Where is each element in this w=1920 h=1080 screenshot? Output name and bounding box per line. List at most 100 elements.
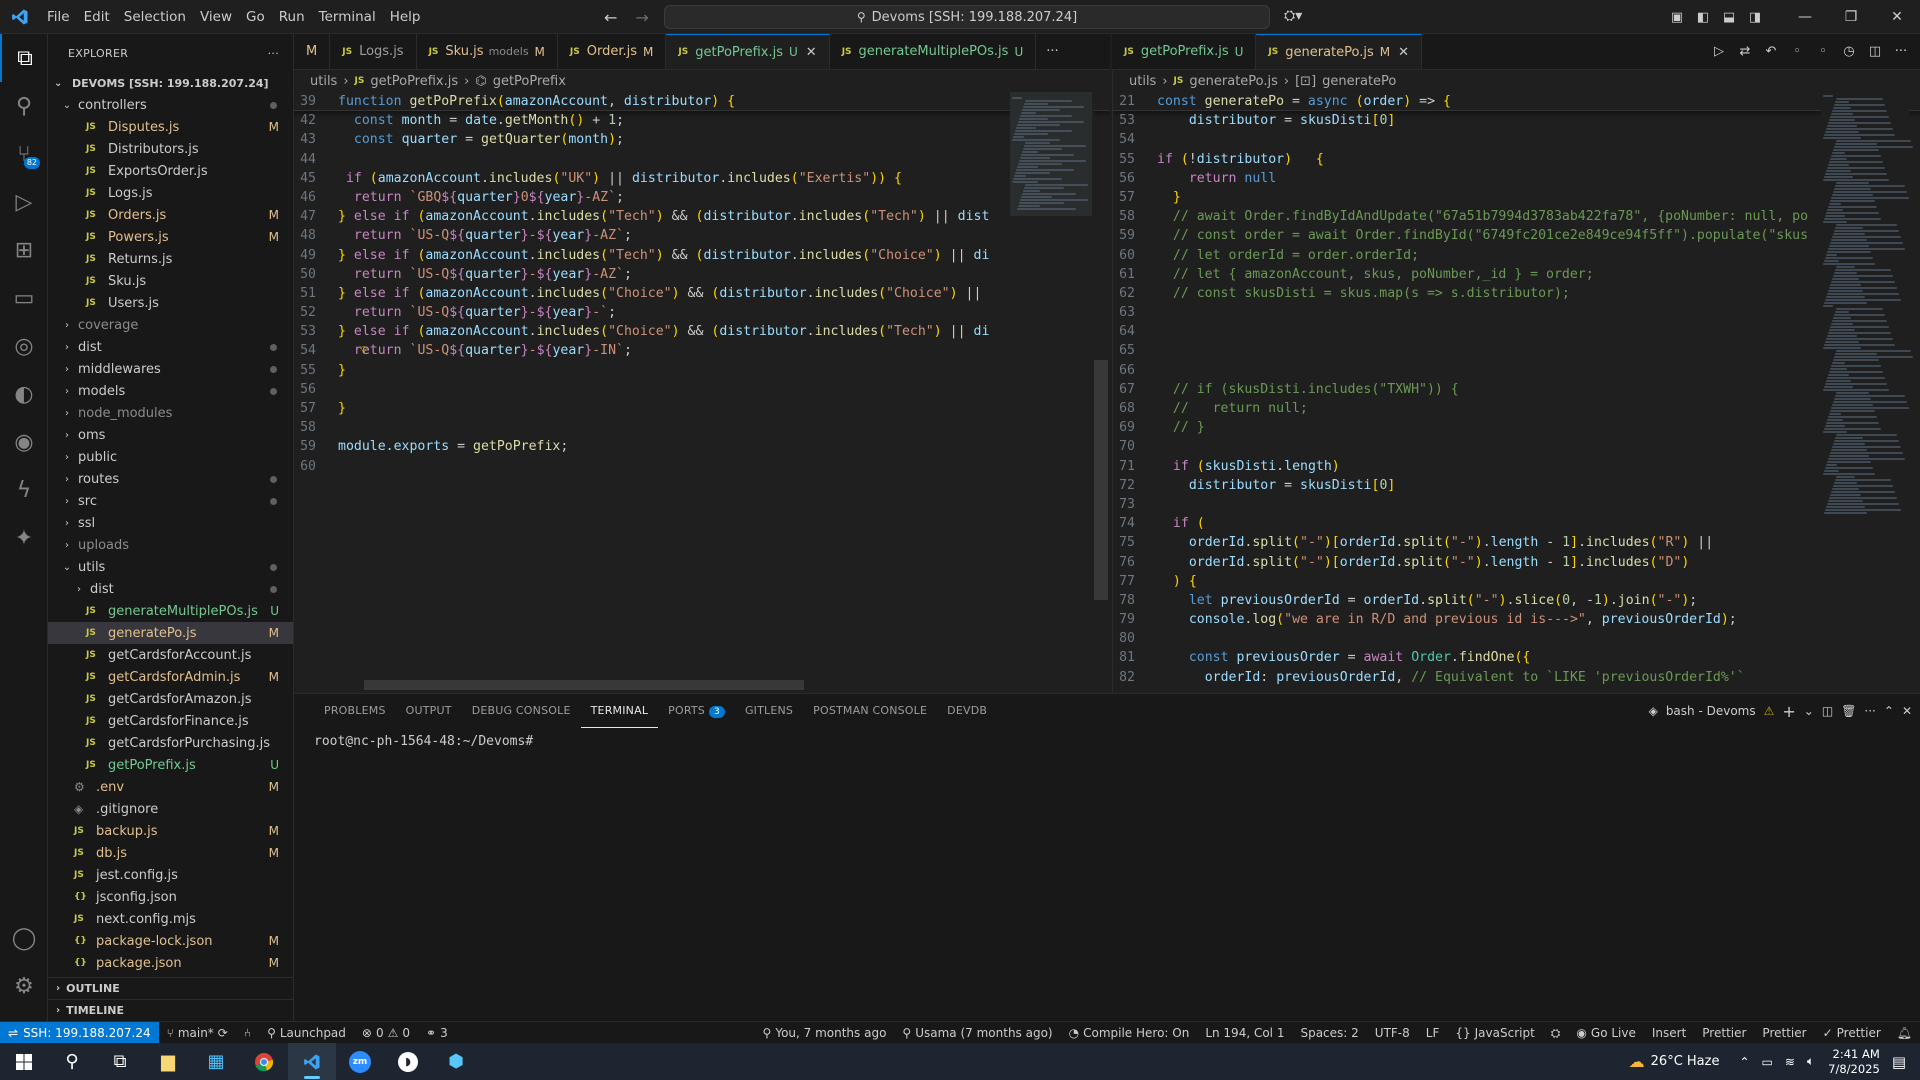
editor-tab[interactable]: JS generateMultiplePOs.js U xyxy=(830,34,1037,69)
file-item[interactable]: JS Disputes.js M xyxy=(48,116,293,138)
ports-status[interactable]: ⚭ 3 xyxy=(418,1026,456,1040)
volume-icon[interactable]: 🔈︎ xyxy=(1807,1054,1814,1069)
close-tab-icon[interactable]: ✕ xyxy=(1398,45,1409,60)
git-branch[interactable]: ⑂ main* ⟳ xyxy=(159,1026,236,1040)
wifi-icon[interactable]: ≋ xyxy=(1785,1055,1795,1069)
code-editor-right[interactable]: 21 const generatePo = async (order) => {5… xyxy=(1113,92,1920,687)
file-item[interactable]: JS backup.js M xyxy=(48,820,293,842)
editor-tab[interactable]: JS Sku.js models M xyxy=(417,34,558,69)
file-item[interactable]: JS Users.js xyxy=(48,292,293,314)
close-panel-icon[interactable]: ✕ xyxy=(1902,704,1912,718)
more-actions-icon[interactable]: ··· xyxy=(1864,704,1875,718)
go-live[interactable]: ◉ Go Live xyxy=(1568,1026,1643,1040)
clock[interactable]: 2:41 AM 7/8/2025 xyxy=(1818,1047,1892,1077)
gitlens-icon[interactable]: ◷ xyxy=(1838,44,1860,59)
outline-section[interactable]: › OUTLINE xyxy=(48,977,293,999)
file-item[interactable]: JS Sku.js xyxy=(48,270,293,292)
postman-icon[interactable]: ◐ xyxy=(0,370,48,418)
menu-item-file[interactable]: File xyxy=(40,0,77,34)
editor-tab[interactable]: JS generatePo.js M ✕ xyxy=(1256,34,1423,69)
more-actions-icon[interactable]: ··· xyxy=(1890,44,1912,59)
indentation[interactable]: Spaces: 2 xyxy=(1292,1026,1366,1040)
prettier-status-2[interactable]: Prettier xyxy=(1754,1026,1814,1040)
chrome-icon[interactable] xyxy=(240,1043,288,1080)
folder-item[interactable]: › dist xyxy=(48,336,293,358)
folder-item[interactable]: › models xyxy=(48,380,293,402)
editor-tab[interactable]: JS getPoPrefix.js U ✕ xyxy=(666,34,830,69)
panel-tab-debug-console[interactable]: DEBUG CONSOLE xyxy=(462,694,581,728)
extensions-icon[interactable]: ⊞ xyxy=(0,226,48,274)
toggle-panel-icon[interactable]: ⬓ xyxy=(1716,10,1742,25)
thunder-client-icon[interactable]: ϟ xyxy=(0,466,48,514)
accounts-icon[interactable]: ◯ xyxy=(0,914,48,962)
file-item[interactable]: JS getCardsforFinance.js xyxy=(48,710,293,732)
settings-gear-icon[interactable]: ⚙ xyxy=(0,962,48,1010)
panel-tab-devdb[interactable]: DEVDB xyxy=(937,694,997,728)
menu-item-run[interactable]: Run xyxy=(272,0,312,34)
editor-tab[interactable]: JS getPoPrefix.js U xyxy=(1112,34,1257,69)
breadcrumb-folder[interactable]: utils xyxy=(310,74,337,89)
file-item[interactable]: {} package.json M xyxy=(48,952,293,974)
encoding[interactable]: UTF-8 xyxy=(1367,1026,1418,1040)
terminal-name[interactable]: bash - Devoms xyxy=(1666,704,1756,718)
file-item[interactable]: JS ExportsOrder.js xyxy=(48,160,293,182)
file-item[interactable]: ⚙ .env M xyxy=(48,776,293,798)
code-editor-left[interactable]: 39 function getPoPrefix(amazonAccount, di… xyxy=(294,92,1110,476)
source-control-icon[interactable]: ⑂ 82 xyxy=(0,130,48,178)
microsoft-store-icon[interactable]: ▦ xyxy=(192,1043,240,1080)
breadcrumb-folder[interactable]: utils xyxy=(1129,74,1156,89)
folder-item[interactable]: ⌄ utils xyxy=(48,556,293,578)
file-item[interactable]: JS Powers.js M xyxy=(48,226,293,248)
restore-button[interactable]: ❐ xyxy=(1828,9,1874,25)
weather-icon[interactable]: ☁ xyxy=(1629,1052,1645,1071)
file-item[interactable]: JS db.js M xyxy=(48,842,293,864)
panel-tab-ports[interactable]: PORTS 3 xyxy=(658,694,735,728)
copilot-icon[interactable]: ⛭▾ xyxy=(1284,8,1302,24)
git-author[interactable]: ⚲ Usama (7 months ago) xyxy=(894,1026,1060,1040)
copilot-status[interactable]: ⛭ xyxy=(1543,1026,1569,1041)
menu-item-help[interactable]: Help xyxy=(383,0,428,34)
end-of-line[interactable]: LF xyxy=(1418,1026,1448,1040)
notification-center-icon[interactable]: ▤ xyxy=(1892,1053,1906,1071)
terminal-output[interactable]: root@nc-ph-1564-48:~/Devoms# xyxy=(294,728,1920,755)
file-item[interactable]: JS Distributors.js xyxy=(48,138,293,160)
previous-change-icon[interactable]: ◦ xyxy=(1786,44,1808,59)
language-mode[interactable]: {} JavaScript xyxy=(1447,1026,1542,1040)
panel-tab-output[interactable]: OUTPUT xyxy=(396,694,462,728)
panel-tab-gitlens[interactable]: GITLENS xyxy=(735,694,803,728)
file-item[interactable]: {} package-lock.json M xyxy=(48,930,293,952)
editor-tab[interactable]: M xyxy=(294,34,331,69)
lightbulb-icon[interactable]: 💡︎ xyxy=(360,341,368,360)
folder-item[interactable]: › oms xyxy=(48,424,293,446)
panel-tab-postman-console[interactable]: POSTMAN CONSOLE xyxy=(803,694,937,728)
minimize-button[interactable]: — xyxy=(1782,9,1828,25)
problems-status[interactable]: ⊗ 0 ⚠ 0 xyxy=(354,1026,418,1040)
folder-item[interactable]: › uploads xyxy=(48,534,293,556)
command-center-search[interactable]: ⚲ Devoms [SSH: 199.188.207.24] xyxy=(664,5,1270,29)
folder-item[interactable]: › node_modules xyxy=(48,402,293,424)
panel-tab-terminal[interactable]: TERMINAL xyxy=(580,694,659,728)
folder-item[interactable]: › dist xyxy=(48,578,293,600)
file-item[interactable]: JS Logs.js xyxy=(48,182,293,204)
menu-item-terminal[interactable]: Terminal xyxy=(312,0,383,34)
panel-tab-problems[interactable]: PROBLEMS xyxy=(314,694,396,728)
horizontal-scrollbar-left[interactable] xyxy=(364,680,804,690)
timeline-section[interactable]: › TIMELINE xyxy=(48,999,293,1021)
remote-indicator[interactable]: ⇌ SSH: 199.188.207.24 xyxy=(0,1021,159,1044)
trash-icon[interactable]: 🗑 xyxy=(1841,704,1856,718)
windows-start-icon[interactable] xyxy=(0,1043,48,1080)
breadcrumb-file[interactable]: getPoPrefix.js xyxy=(370,74,458,89)
compare-icon[interactable]: ⇄ xyxy=(1734,44,1756,59)
task-view-icon[interactable]: ⧉ xyxy=(96,1043,144,1080)
file-item[interactable]: JS getCardsforAdmin.js M xyxy=(48,666,293,688)
file-explorer-icon[interactable]: ▆ xyxy=(144,1043,192,1080)
chevron-up-icon[interactable]: ⌃ xyxy=(1739,1055,1749,1069)
file-item[interactable]: JS getCardsforAccount.js xyxy=(48,644,293,666)
file-item[interactable]: JS Returns.js xyxy=(48,248,293,270)
file-item[interactable]: JS generatePo.js M xyxy=(48,622,293,644)
folder-item[interactable]: › coverage xyxy=(48,314,293,336)
file-item[interactable]: JS getCardsforPurchasing.js xyxy=(48,732,293,754)
source-control-status[interactable]: ⑃ xyxy=(236,1026,259,1040)
file-item[interactable]: JS getCardsforAmazon.js xyxy=(48,688,293,710)
search-icon[interactable]: ⚲ xyxy=(0,82,48,130)
